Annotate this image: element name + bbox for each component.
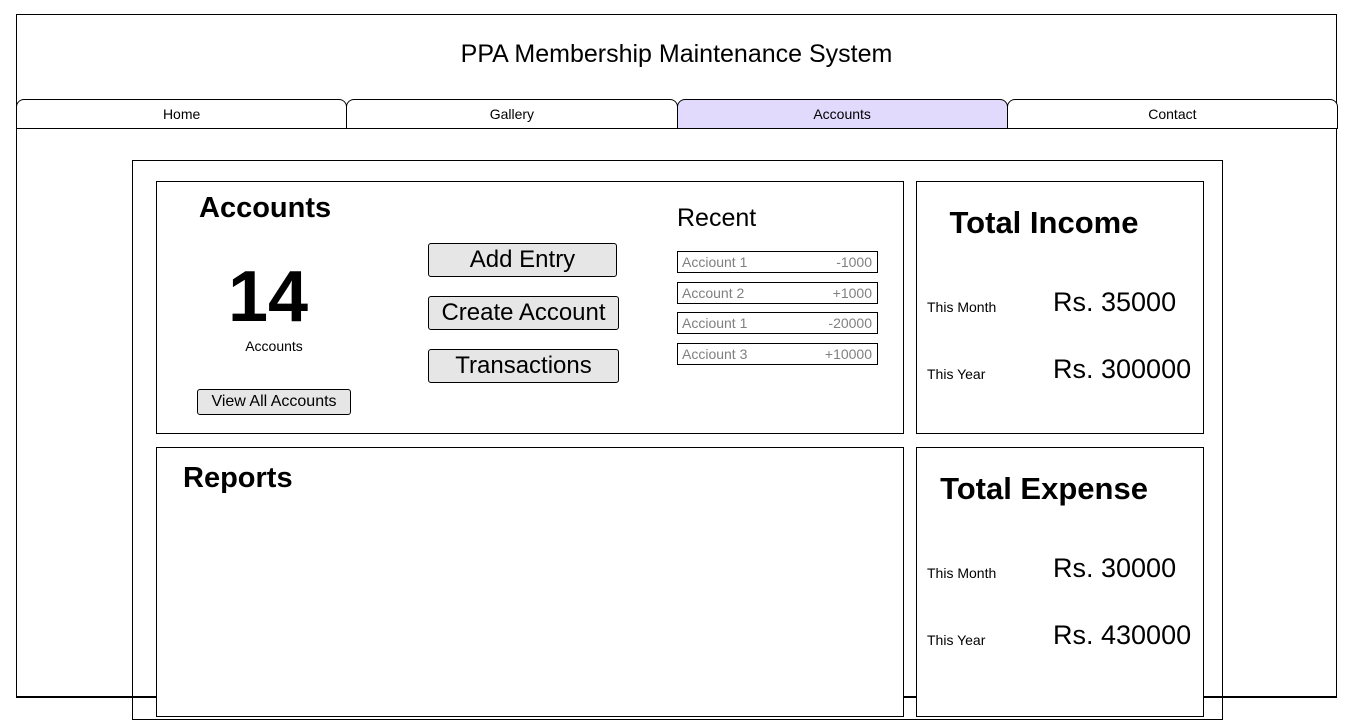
recent-item[interactable]: Account 2 +1000: [677, 282, 878, 304]
recent-item-amount: +10000: [824, 346, 872, 362]
add-entry-button[interactable]: Add Entry: [428, 243, 617, 277]
recent-item-name: Account 2: [682, 285, 745, 301]
tab-gallery[interactable]: Gallery: [346, 99, 678, 128]
recent-item-name: Acciount 1: [682, 254, 748, 270]
accounts-panel: Accounts 14 Accounts View All Accounts A…: [156, 181, 904, 434]
recent-item[interactable]: Acciount 3 +10000: [677, 343, 878, 365]
total-expense-panel: Total Expense This Month Rs. 30000 This …: [916, 447, 1204, 717]
recent-heading: Recent: [677, 204, 757, 232]
income-year-label: This Year: [927, 366, 986, 382]
create-account-button[interactable]: Create Account: [428, 296, 619, 330]
recent-item-name: Acciount 1: [682, 315, 748, 331]
reports-heading: Reports: [183, 462, 293, 494]
recent-item-amount: -20000: [828, 315, 872, 331]
income-month-label: This Month: [927, 299, 997, 315]
recent-list: Acciount 1 -1000 Account 2 +1000 Accioun…: [677, 251, 878, 374]
transactions-button[interactable]: Transactions: [428, 349, 619, 383]
recent-item-amount: -1000: [836, 254, 872, 270]
expense-year-value: Rs. 430000: [1053, 620, 1192, 650]
income-month-value: Rs. 35000: [1053, 287, 1177, 317]
accounts-count-label: Accounts: [245, 338, 303, 354]
income-year-value: Rs. 300000: [1053, 354, 1192, 384]
reports-panel: Reports: [156, 447, 904, 717]
recent-item-name: Acciount 3: [682, 346, 748, 362]
page-title: PPA Membership Maintenance System: [460, 40, 893, 68]
expense-month-label: This Month: [927, 565, 997, 581]
view-all-accounts-button[interactable]: View All Accounts: [197, 389, 351, 415]
tab-bar: Home Gallery Accounts Contact: [16, 99, 1338, 129]
total-income-title: Total Income: [949, 205, 1139, 240]
total-expense-title: Total Expense: [940, 471, 1148, 506]
recent-item[interactable]: Acciount 1 -20000: [677, 312, 878, 334]
accounts-count: 14: [227, 257, 309, 337]
accounts-heading: Accounts: [199, 192, 332, 224]
tab-home[interactable]: Home: [16, 99, 348, 128]
total-income-panel: Total Income This Month Rs. 35000 This Y…: [916, 181, 1204, 434]
expense-month-value: Rs. 30000: [1053, 553, 1177, 583]
tab-contact[interactable]: Contact: [1006, 99, 1338, 128]
recent-item[interactable]: Acciount 1 -1000: [677, 251, 878, 273]
expense-year-label: This Year: [927, 632, 986, 648]
tab-accounts[interactable]: Accounts: [676, 99, 1008, 128]
recent-item-amount: +1000: [832, 285, 872, 301]
